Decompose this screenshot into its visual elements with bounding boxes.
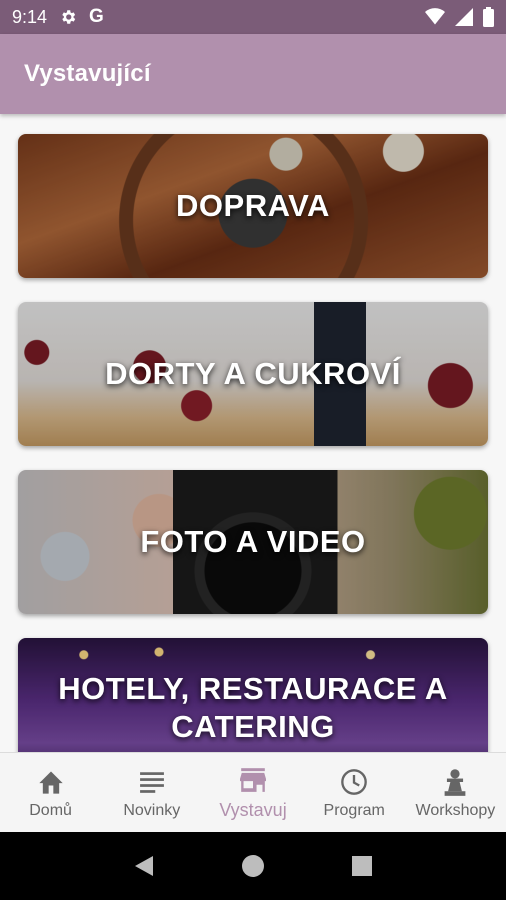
page-title: Vystavující bbox=[24, 60, 151, 87]
store-icon bbox=[237, 764, 269, 796]
settings-gear-icon bbox=[59, 8, 77, 26]
category-label: FOTO A VIDEO bbox=[140, 524, 366, 559]
nav-item-program[interactable]: Program bbox=[304, 753, 405, 832]
nav-item-vystavuj[interactable]: Vystavuj bbox=[202, 753, 303, 832]
category-list[interactable]: DOPRAVA DORTY A CUKROVÍ FOTO A VIDEO HOT… bbox=[0, 114, 506, 752]
category-card-hotely[interactable]: HOTELY, RESTAURACE A CATERING bbox=[18, 638, 488, 752]
nav-label: Novinky bbox=[123, 801, 181, 819]
category-label: DOPRAVA bbox=[176, 188, 330, 223]
category-card-doprava[interactable]: DOPRAVA bbox=[18, 134, 488, 278]
system-navigation-bar bbox=[0, 832, 506, 900]
wifi-icon bbox=[425, 8, 445, 26]
home-circle-icon[interactable] bbox=[233, 846, 273, 886]
nav-label: Workshopy bbox=[415, 801, 496, 819]
nav-label: Vystavuj bbox=[219, 800, 287, 820]
app-bar: Vystavující bbox=[0, 34, 506, 114]
google-icon: G bbox=[89, 6, 104, 27]
nav-label: Domů bbox=[29, 801, 72, 819]
clock-icon bbox=[338, 766, 370, 798]
category-label: HOTELY, RESTAURACE A CATERING bbox=[58, 671, 448, 744]
bottom-navigation: Domů Novinky Vystavuj Program Workshopy bbox=[0, 752, 506, 832]
news-icon bbox=[136, 766, 168, 798]
chess-pawn-icon bbox=[439, 766, 471, 798]
status-time: 9:14 bbox=[12, 6, 48, 27]
battery-icon bbox=[483, 7, 494, 27]
nav-item-workshopy[interactable]: Workshopy bbox=[405, 753, 506, 832]
nav-item-domu[interactable]: Domů bbox=[0, 753, 101, 832]
recents-square-icon[interactable] bbox=[342, 846, 382, 886]
category-card-foto[interactable]: FOTO A VIDEO bbox=[18, 470, 488, 614]
cellular-signal-icon bbox=[455, 8, 473, 26]
nav-item-novinky[interactable]: Novinky bbox=[101, 753, 202, 832]
category-card-dorty[interactable]: DORTY A CUKROVÍ bbox=[18, 302, 488, 446]
home-icon bbox=[35, 766, 67, 798]
status-bar: 9:14 G bbox=[0, 0, 506, 34]
nav-label: Program bbox=[323, 801, 385, 819]
category-label: DORTY A CUKROVÍ bbox=[105, 356, 401, 391]
back-icon[interactable] bbox=[124, 846, 164, 886]
